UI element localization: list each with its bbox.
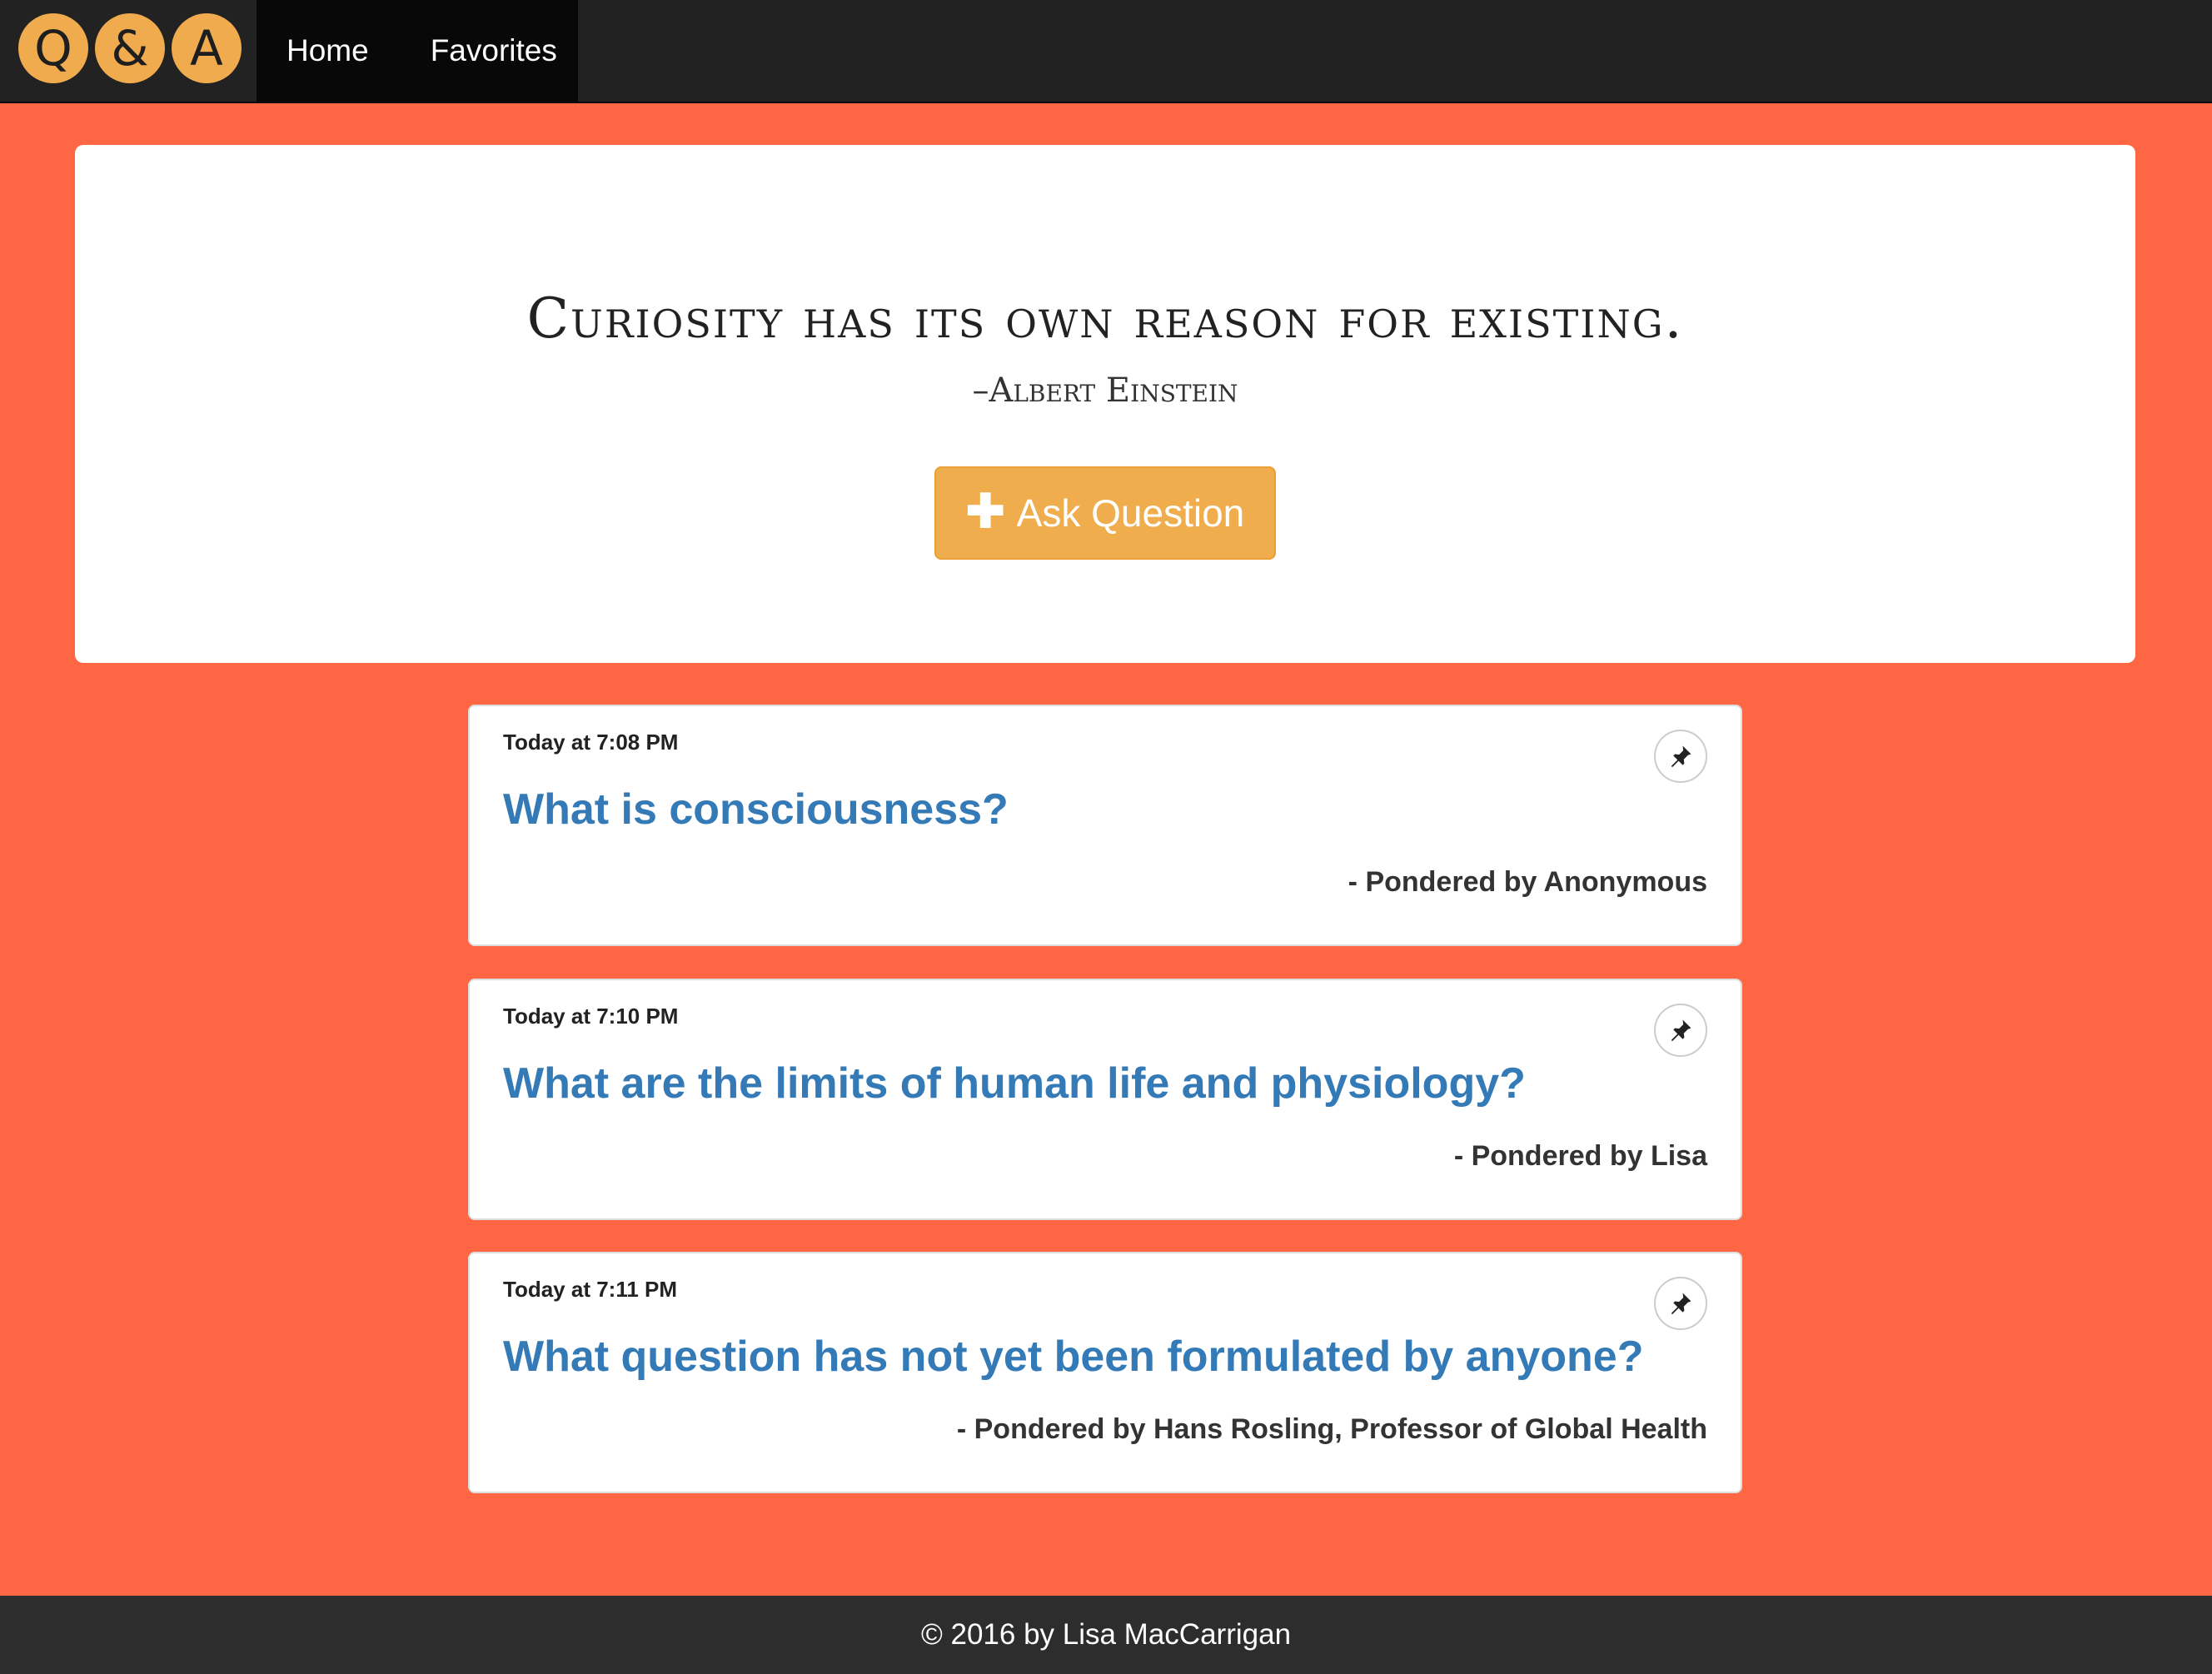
pin-icon [1671,1293,1691,1315]
pin-icon [1671,745,1691,768]
quote-jumbotron: Curiosity has its own reason for existin… [75,145,2135,663]
pin-button[interactable] [1654,730,1707,783]
logo-letter-q: Q [18,13,88,83]
nav-link-favorites[interactable]: Favorites [399,0,589,102]
question-timestamp: Today at 7:08 PM [503,730,679,755]
logo-letter-ampersand: & [95,13,165,83]
question-card: Today at 7:11 PM What question has not y… [468,1252,1742,1493]
question-timestamp: Today at 7:11 PM [503,1277,678,1302]
pin-button[interactable] [1654,1004,1707,1057]
nav-link-home[interactable]: Home [257,0,399,102]
plus-icon: ✚ [965,485,1005,537]
quote-text: Curiosity has its own reason for existin… [526,286,1684,351]
pin-button[interactable] [1654,1277,1707,1330]
ask-question-label: Ask Question [1016,491,1245,535]
nav-links: Home Favorites [257,0,578,102]
quote-author: –Albert Einstein [972,371,1238,410]
question-author: - Pondered by Hans Rosling, Professor of… [956,1413,1707,1445]
navbar: Q & A Home Favorites [0,0,2212,103]
brand-logo[interactable]: Q & A [18,13,242,83]
footer: © 2016 by Lisa MacCarrigan [0,1596,2212,1674]
ask-question-button[interactable]: ✚ Ask Question [934,466,1276,560]
footer-copyright: © 2016 by Lisa MacCarrigan [920,1618,1292,1651]
logo-letter-a: A [172,13,242,83]
question-author: - Pondered by Lisa [1453,1140,1707,1172]
pin-icon [1671,1019,1691,1042]
question-card: Today at 7:10 PM What are the limits of … [468,979,1742,1220]
question-link[interactable]: What are the limits of human life and ph… [503,1059,1526,1109]
question-link[interactable]: What is consciousness? [503,785,1009,835]
question-author: - Pondered by Anonymous [1348,866,1707,898]
question-link[interactable]: What question has not yet been formulate… [503,1332,1643,1382]
question-timestamp: Today at 7:10 PM [503,1004,679,1029]
question-card: Today at 7:08 PM What is consciousness? … [468,705,1742,946]
